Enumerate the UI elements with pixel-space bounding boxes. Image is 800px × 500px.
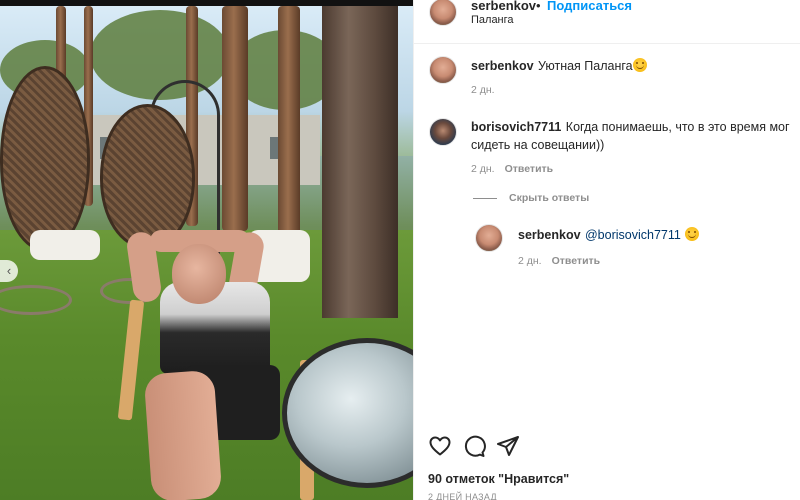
comment-username[interactable]: serbenkov	[471, 59, 534, 73]
photo-person-head	[172, 244, 226, 304]
comment-time[interactable]: 2 дн.	[471, 84, 495, 96]
author-username[interactable]: serbenkov	[471, 0, 536, 13]
reply-time[interactable]: 2 дн.	[518, 255, 542, 267]
hide-replies-label: Скрыть ответы	[509, 192, 590, 204]
comment-avatar[interactable]	[429, 56, 457, 84]
share-icon[interactable]	[496, 434, 520, 458]
comment-time[interactable]: 2 дн.	[471, 163, 495, 175]
header-separator: •	[536, 0, 541, 13]
photo-egg-chair	[100, 104, 195, 249]
author-avatar[interactable]	[429, 0, 457, 26]
reply-username[interactable]: serbenkov	[518, 228, 581, 242]
comment-avatar[interactable]	[429, 118, 457, 146]
likes-count[interactable]: 90 отметок "Нравится"	[428, 472, 569, 486]
follow-button[interactable]: Подписаться	[547, 0, 632, 13]
post-photo[interactable]: ‹	[0, 0, 413, 500]
photo-tree	[278, 6, 300, 236]
post-detail-panel: serbenkov • Подписаться Паланга serbenko…	[413, 0, 800, 500]
photo-foliage	[90, 10, 230, 100]
hide-replies-button[interactable]: Скрыть ответы	[473, 192, 589, 204]
post-timestamp[interactable]: 2 ДНЕЙ НАЗАД	[428, 492, 497, 500]
photo-egg-chair	[0, 66, 90, 251]
heart-icon[interactable]	[428, 434, 452, 458]
reply-avatar[interactable]	[475, 224, 503, 252]
comment-username[interactable]: borisovich7711	[471, 120, 561, 134]
photo-person-leg	[143, 369, 223, 500]
reply-button[interactable]: Ответить	[505, 163, 554, 175]
photo-top-edge	[0, 0, 413, 6]
photo-tree	[222, 6, 248, 231]
smiling-face-emoji-icon	[632, 58, 647, 72]
post-location[interactable]: Паланга	[471, 14, 514, 26]
comment-icon[interactable]	[462, 434, 486, 458]
smiling-face-emoji-icon	[685, 227, 700, 241]
comment-text: Уютная Паланга	[537, 59, 633, 73]
reply-mention-link[interactable]: @borisovich7711	[585, 228, 681, 242]
post-header: serbenkov • Подписаться Паланга	[414, 0, 800, 44]
reply-button[interactable]: Ответить	[552, 255, 601, 267]
photo-pine-trunk	[322, 0, 398, 318]
photo-cushion	[30, 230, 100, 260]
